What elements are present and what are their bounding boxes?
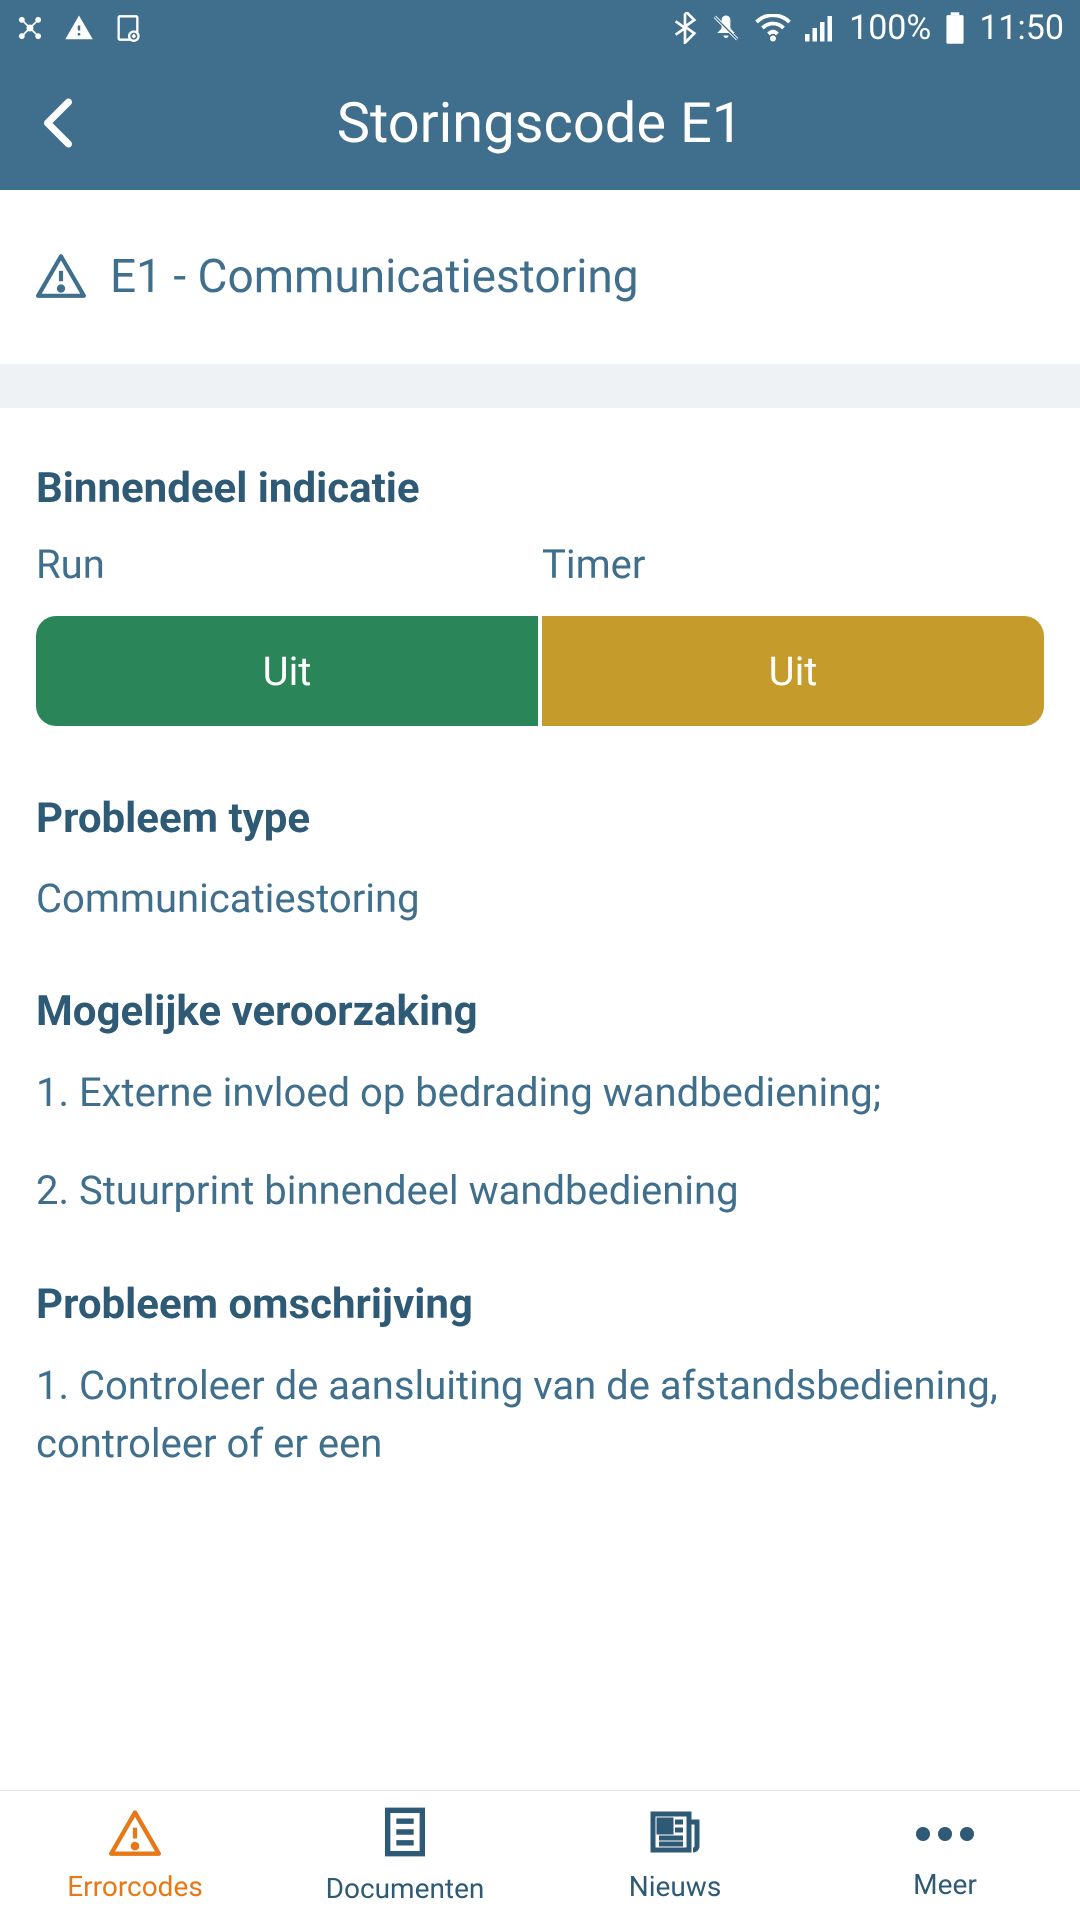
run-label: Run <box>36 541 538 588</box>
timer-label: Timer <box>542 541 1044 588</box>
navigation-header: Storingscode E1 <box>0 56 1080 190</box>
warning-icon <box>64 13 94 43</box>
nav-documenten[interactable]: Documenten <box>270 1791 540 1920</box>
page-title: Storingscode E1 <box>40 90 1040 156</box>
more-icon <box>916 1810 974 1858</box>
error-header: E1 - Communicatiestoring <box>0 190 1080 364</box>
connected-devices-icon <box>16 14 44 42</box>
cause-item-2: 2. Stuurprint binnendeel wandbediening <box>36 1162 1044 1220</box>
status-left-icons <box>16 13 142 43</box>
battery-icon <box>945 12 965 44</box>
mute-icon <box>711 13 741 43</box>
wifi-icon <box>755 14 791 42</box>
description-title: Probleem omschrijving <box>36 1280 1044 1329</box>
download-icon <box>114 14 142 42</box>
nav-nieuws-label: Nieuws <box>629 1870 722 1903</box>
document-icon <box>383 1806 427 1862</box>
indicator-section-title: Binnendeel indicatie <box>36 464 1044 513</box>
cause-item-1: 1. Externe invloed op bedrading wandbedi… <box>36 1064 1044 1122</box>
status-bar: 100% 11:50 <box>0 0 1080 56</box>
back-button[interactable] <box>40 95 76 151</box>
warning-triangle-icon <box>36 252 86 302</box>
content-area[interactable]: Binnendeel indicatie Run Uit Timer Uit P… <box>0 408 1080 1790</box>
nav-errorcodes-label: Errorcodes <box>67 1870 203 1903</box>
nav-documenten-label: Documenten <box>326 1872 485 1905</box>
error-title: E1 - Communicatiestoring <box>110 250 639 304</box>
possible-cause-title: Mogelijke veroorzaking <box>36 987 1044 1036</box>
indicator-row: Run Uit Timer Uit <box>36 541 1044 726</box>
errorcodes-icon <box>109 1808 161 1860</box>
bottom-navigation: Errorcodes Documenten Nieuws Meer <box>0 1790 1080 1920</box>
run-indicator-value: Uit <box>36 616 538 726</box>
problem-type-value: Communicatiestoring <box>36 871 1044 927</box>
clock-time: 11:50 <box>979 8 1064 48</box>
problem-type-title: Probleem type <box>36 794 1044 843</box>
news-icon <box>649 1808 701 1860</box>
battery-percent: 100% <box>849 8 931 48</box>
signal-icon <box>805 14 835 42</box>
timer-indicator-value: Uit <box>542 616 1044 726</box>
nav-nieuws[interactable]: Nieuws <box>540 1791 810 1920</box>
timer-indicator-col: Timer Uit <box>542 541 1044 726</box>
description-item-1: 1. Controleer de aansluiting van de afst… <box>36 1357 1044 1473</box>
nav-errorcodes[interactable]: Errorcodes <box>0 1791 270 1920</box>
run-indicator-col: Run Uit <box>36 541 538 726</box>
section-separator <box>0 364 1080 408</box>
nav-meer[interactable]: Meer <box>810 1791 1080 1920</box>
bluetooth-icon <box>673 12 697 44</box>
nav-meer-label: Meer <box>913 1868 977 1901</box>
status-right-icons: 100% 11:50 <box>673 8 1064 48</box>
